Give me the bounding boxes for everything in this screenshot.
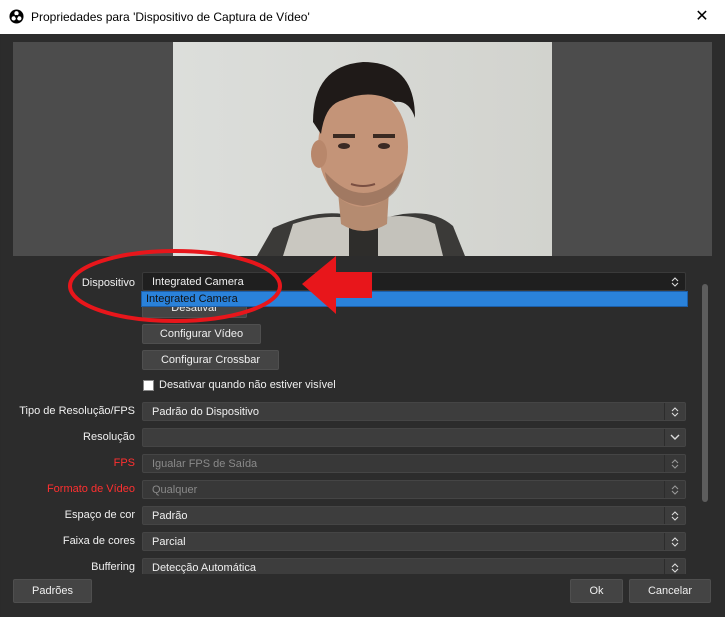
obs-logo-icon xyxy=(9,9,24,24)
resolution-label: Resolução xyxy=(83,431,135,443)
video-format-value: Qualquer xyxy=(152,484,198,496)
updown-arrows-icon xyxy=(664,403,685,420)
chevron-down-icon xyxy=(664,429,685,446)
device-dropdown-option-label: Integrated Camera xyxy=(146,293,238,305)
title-bar: Propriedades para 'Dispositivo de Captur… xyxy=(0,0,725,34)
ok-button[interactable]: Ok xyxy=(570,579,623,603)
deactivate-when-hidden-label: Desativar quando não estiver visível xyxy=(159,379,336,391)
video-format-select[interactable]: Qualquer xyxy=(142,480,686,499)
resolution-select[interactable] xyxy=(142,428,686,447)
video-preview xyxy=(13,42,712,256)
buffering-label: Buffering xyxy=(91,561,135,573)
resolution-type-value: Padrão do Dispositivo xyxy=(152,406,260,418)
color-space-select[interactable]: Padrão xyxy=(142,506,686,525)
updown-arrows-icon xyxy=(664,455,685,472)
color-range-select[interactable]: Parcial xyxy=(142,532,686,551)
camera-preview-image xyxy=(173,42,552,256)
fps-select[interactable]: Igualar FPS de Saída xyxy=(142,454,686,473)
properties-dialog-body: Dispositivo Integrated Camera Desativar … xyxy=(1,34,724,617)
fps-value: Igualar FPS de Saída xyxy=(152,458,258,470)
updown-arrows-icon xyxy=(664,559,685,574)
window-title: Propriedades para 'Dispositivo de Captur… xyxy=(31,10,310,24)
deactivate-when-hidden-checkbox[interactable] xyxy=(143,380,154,391)
updown-arrows-icon xyxy=(664,507,685,524)
device-select-value: Integrated Camera xyxy=(152,276,244,288)
updown-arrows-icon xyxy=(664,481,685,498)
color-range-value: Parcial xyxy=(152,536,186,548)
device-dropdown-list[interactable]: Integrated Camera xyxy=(141,289,688,338)
device-label: Dispositivo xyxy=(81,277,135,289)
device-dropdown-option[interactable]: Integrated Camera xyxy=(141,291,688,307)
resolution-type-select[interactable]: Padrão do Dispositivo xyxy=(142,402,686,421)
resolution-type-label: Tipo de Resolução/FPS xyxy=(19,405,135,417)
scrollbar-thumb[interactable] xyxy=(702,284,708,502)
configure-crossbar-button[interactable]: Configurar Crossbar xyxy=(142,350,279,370)
video-format-label: Formato de Vídeo xyxy=(46,483,135,495)
color-space-label: Espaço de cor xyxy=(64,509,135,521)
color-range-label: Faixa de cores xyxy=(62,535,135,547)
updown-arrows-icon xyxy=(665,273,685,290)
close-icon[interactable]: ✕ xyxy=(692,6,712,26)
fps-label: FPS xyxy=(113,457,135,469)
buffering-select[interactable]: Detecção Automática xyxy=(142,558,686,574)
cancel-button[interactable]: Cancelar xyxy=(629,579,711,603)
updown-arrows-icon xyxy=(664,533,685,550)
color-space-value: Padrão xyxy=(152,510,188,522)
buffering-value: Detecção Automática xyxy=(152,562,256,574)
defaults-button[interactable]: Padrões xyxy=(13,579,92,603)
properties-scrollbar[interactable] xyxy=(700,262,710,574)
